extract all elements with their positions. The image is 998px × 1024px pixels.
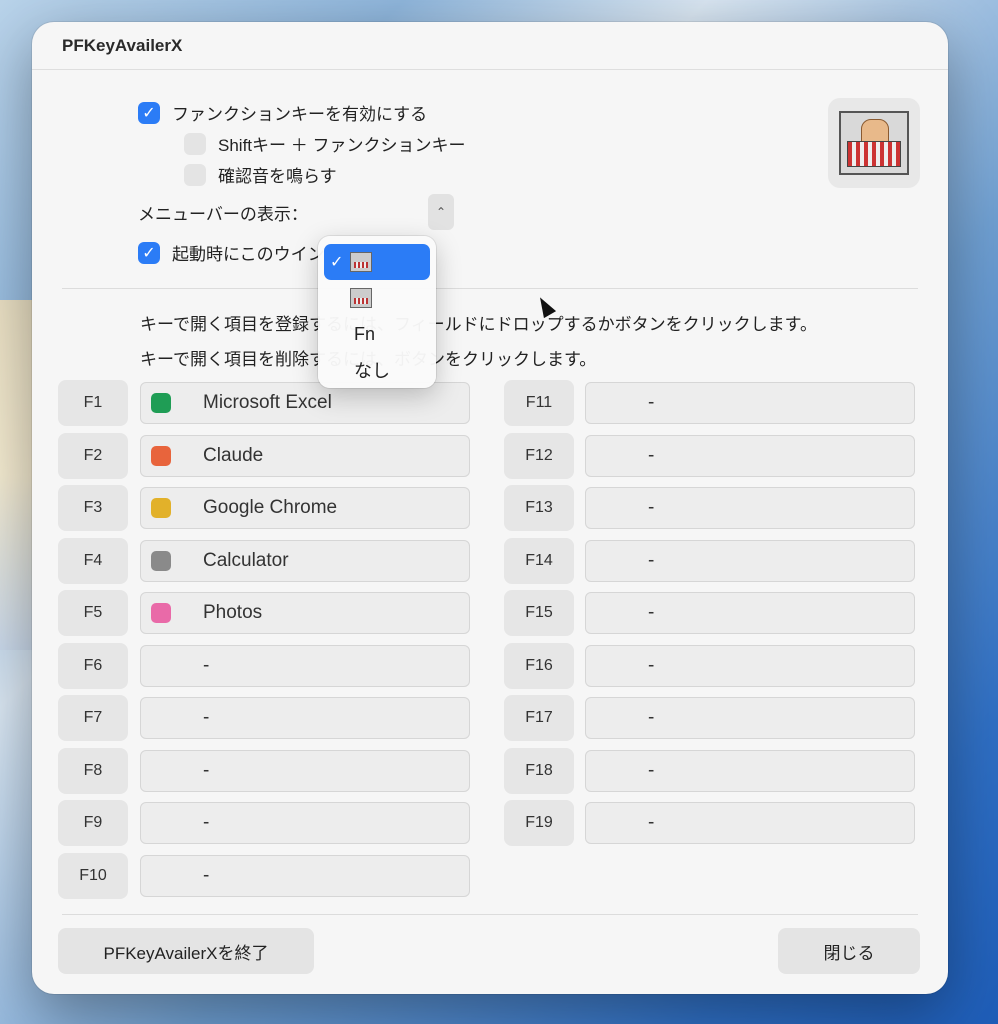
fkey-field-f11[interactable]: -: [585, 382, 915, 424]
claude-icon: [151, 445, 171, 466]
menubar-display-popup[interactable]: ⌃: [428, 194, 454, 230]
photos-icon: [151, 603, 171, 623]
fkey-field-label: -: [648, 444, 655, 466]
fkey-field-f14[interactable]: -: [585, 539, 915, 582]
fkey-field-f5[interactable]: Photos: [140, 592, 470, 634]
fkey-button-f16[interactable]: F16: [504, 642, 574, 689]
enable-fkeys-label: ファンクションキーを有効にする: [172, 105, 428, 124]
fkey-field-label: -: [648, 812, 655, 833]
excel-icon: [151, 393, 171, 413]
pfkeyavailerx-window: PFKeyAvailerX ✓ ファンクションキーを有効にする Shiftキー …: [32, 22, 948, 994]
fkey-field-label: -: [203, 707, 210, 728]
keyboard-icon: [350, 252, 372, 272]
fkey-field-label: Calculator: [203, 549, 289, 571]
dropdown-option-icon-2[interactable]: [324, 280, 430, 316]
window-title: PFKeyAvailerX: [32, 22, 948, 70]
confirm-sound-checkbox[interactable]: 確認音を鳴らす: [184, 162, 337, 187]
fkey-field-f18[interactable]: -: [585, 749, 915, 792]
keyboard-icon: [839, 111, 909, 175]
dropdown-option-icon-1[interactable]: ✓: [324, 244, 430, 280]
fkey-button-f12[interactable]: F12: [504, 432, 574, 479]
instruction-register: キーで開く項目を登録するには、フィールドにドロップするかボタンをクリックします。: [140, 315, 817, 334]
fkey-field-label: -: [203, 864, 210, 886]
dropdown-option-none[interactable]: なし: [324, 352, 430, 388]
fkey-field-f16[interactable]: -: [585, 644, 915, 687]
close-button[interactable]: 閉じる: [778, 928, 920, 974]
app-keyboard-icon: [828, 98, 920, 188]
fkey-field-f8[interactable]: -: [140, 749, 470, 792]
fkey-button-f8[interactable]: F8: [58, 747, 128, 794]
fkey-button-f18[interactable]: F18: [504, 747, 574, 794]
calculator-icon: [151, 550, 171, 571]
fkey-button-f19[interactable]: F19: [504, 800, 574, 846]
menubar-display-dropdown: ✓ Fn なし: [318, 236, 436, 388]
menubar-display-label: メニューバーの表示：: [138, 205, 308, 224]
fkey-field-label: -: [648, 392, 655, 413]
fkey-button-f7[interactable]: F7: [58, 695, 128, 741]
shift-fkeys-label: Shiftキー ＋ ファンクションキー: [218, 136, 466, 155]
fkey-field-f2[interactable]: Claude: [140, 434, 470, 477]
fkey-field-label: -: [648, 497, 655, 518]
fkey-field-label: -: [648, 707, 655, 728]
fkey-field-f4[interactable]: Calculator: [140, 539, 470, 582]
fkey-button-f9[interactable]: F9: [58, 800, 128, 846]
fkey-field-label: Google Chrome: [203, 497, 338, 518]
fkey-button-f13[interactable]: F13: [504, 485, 574, 531]
fkey-button-f1[interactable]: F1: [58, 380, 128, 426]
keyboard-icon: [350, 288, 372, 308]
fkey-button-f6[interactable]: F6: [58, 642, 128, 689]
fkey-field-label: Claude: [203, 444, 264, 466]
fkey-field-f7[interactable]: -: [140, 697, 470, 739]
fkey-field-f3[interactable]: Google Chrome: [140, 487, 470, 529]
enable-fkeys-checkbox[interactable]: ✓ ファンクションキーを有効にする: [138, 100, 427, 125]
fkey-button-f2[interactable]: F2: [58, 432, 128, 479]
fkey-button-f10[interactable]: F10: [58, 852, 128, 899]
divider: [62, 914, 918, 915]
fkey-field-label: -: [648, 654, 655, 676]
check-icon: ✓: [138, 101, 160, 124]
fkey-button-f14[interactable]: F14: [504, 537, 574, 584]
fkey-field-label: -: [648, 602, 655, 623]
fkey-field-label: Microsoft Excel: [203, 392, 332, 413]
fkey-field-label: -: [648, 549, 655, 571]
quit-button[interactable]: PFKeyAvailerXを終了: [58, 928, 314, 974]
fkey-field-label: -: [203, 812, 210, 833]
fkey-field-f12[interactable]: -: [585, 434, 915, 477]
unchecked-box: [184, 163, 206, 186]
confirm-sound-label: 確認音を鳴らす: [218, 167, 337, 186]
fkey-field-label: -: [648, 759, 655, 781]
fkey-field-label: -: [203, 759, 210, 781]
fkey-field-f17[interactable]: -: [585, 697, 915, 739]
unchecked-box: [184, 132, 206, 155]
dropdown-option-fn[interactable]: Fn: [324, 316, 430, 352]
chrome-icon: [151, 498, 171, 518]
fkey-field-f10[interactable]: -: [140, 854, 470, 897]
fkey-button-f15[interactable]: F15: [504, 590, 574, 636]
fkey-field-f6[interactable]: -: [140, 644, 470, 687]
fkey-field-label: -: [203, 654, 210, 676]
checkmark-icon: ✓: [330, 254, 344, 271]
fkey-field-f1[interactable]: Microsoft Excel: [140, 382, 470, 424]
fkey-button-f3[interactable]: F3: [58, 485, 128, 531]
fkey-button-f11[interactable]: F11: [504, 380, 574, 426]
fkey-field-f9[interactable]: -: [140, 802, 470, 844]
fkey-field-f19[interactable]: -: [585, 802, 915, 844]
fkey-button-f5[interactable]: F5: [58, 590, 128, 636]
divider: [62, 288, 918, 289]
fkey-field-label: Photos: [203, 602, 263, 623]
fkey-button-f17[interactable]: F17: [504, 695, 574, 741]
fkey-field-f13[interactable]: -: [585, 487, 915, 529]
check-icon: ✓: [138, 241, 160, 264]
chevron-updown-icon: ⌃: [435, 205, 447, 219]
shift-fkeys-checkbox[interactable]: Shiftキー ＋ ファンクションキー: [184, 131, 465, 156]
fkey-field-f15[interactable]: -: [585, 592, 915, 634]
fkey-button-f4[interactable]: F4: [58, 537, 128, 584]
